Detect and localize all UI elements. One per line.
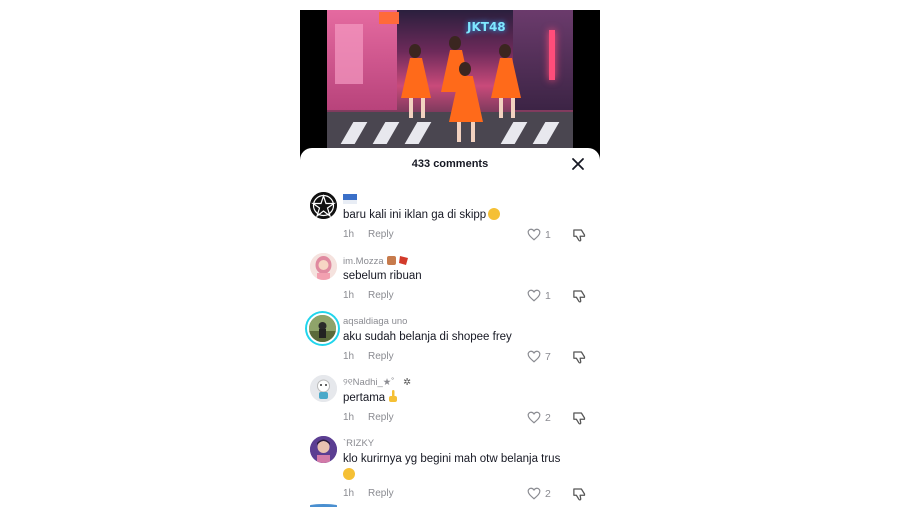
- thumbs-down-icon: [573, 351, 586, 364]
- dancer-head: [409, 44, 421, 58]
- avatar[interactable]: [310, 253, 337, 280]
- comment-meta: 1h Reply: [343, 488, 394, 499]
- comment-time: 1h: [343, 412, 355, 423]
- video-logo: JKT48: [467, 20, 506, 34]
- heart-icon: [527, 350, 541, 363]
- sparkle-icon: ✲: [403, 377, 412, 388]
- comment-count: 433 comments: [411, 158, 489, 170]
- avatar[interactable]: [310, 436, 337, 463]
- dancer-head: [449, 36, 461, 50]
- heart-icon: [527, 289, 541, 302]
- pink-hair-girl-avatar: [310, 253, 337, 280]
- dislike-button[interactable]: [572, 289, 587, 303]
- like-count: 1: [545, 228, 551, 241]
- thumbs-down-icon: [573, 229, 586, 242]
- heart-icon: [527, 411, 541, 424]
- dislike-button[interactable]: [572, 487, 587, 501]
- reply-button[interactable]: Reply: [368, 351, 394, 362]
- close-button[interactable]: [570, 156, 586, 172]
- avatar[interactable]: [310, 375, 337, 402]
- dislike-button[interactable]: [572, 411, 587, 425]
- close-icon: [572, 158, 584, 170]
- comment-text: baru kali ini iklan ga di skipp: [343, 207, 563, 223]
- like-count: 7: [545, 350, 551, 363]
- comment-meta: 1h Reply: [343, 412, 394, 423]
- video-building-right: [513, 10, 573, 110]
- comment-meta: 1h Reply: [343, 351, 394, 362]
- like-button[interactable]: 2: [527, 411, 551, 424]
- video-neon-light: [549, 30, 555, 80]
- comment-meta: 1h Reply: [343, 290, 394, 301]
- comment-time: 1h: [343, 290, 355, 301]
- username-text: im.Mozza: [343, 256, 384, 267]
- like-count: 1: [545, 289, 551, 302]
- username[interactable]: [343, 194, 357, 205]
- cartoon-figure-avatar: [310, 375, 337, 402]
- dancer-dress: [401, 58, 431, 98]
- comment-time: 1h: [343, 229, 355, 240]
- grinning-face-emoji: [488, 208, 501, 220]
- comment-time: 1h: [343, 351, 355, 362]
- reply-button[interactable]: Reply: [368, 229, 394, 240]
- avatar[interactable]: [310, 192, 337, 219]
- flag-badge-icon: [343, 194, 357, 204]
- reply-button[interactable]: Reply: [368, 488, 394, 499]
- dancer-leg: [471, 122, 475, 142]
- dancer-head: [499, 44, 511, 58]
- grinning-face-emoji: [343, 468, 355, 480]
- heart-icon: [527, 487, 541, 500]
- dancer-leg: [457, 122, 461, 142]
- username[interactable]: aqsaldiaga uno: [343, 316, 407, 327]
- comment-text: pertama: [343, 390, 563, 406]
- video-player[interactable]: JKT48: [327, 10, 573, 148]
- username[interactable]: im.Mozza: [343, 255, 410, 267]
- thumbs-down-icon: [573, 412, 586, 425]
- username[interactable]: ୨୧Nadhi_★˚ ✲: [343, 377, 411, 388]
- avatar[interactable]: [307, 313, 338, 344]
- dancer-leg: [499, 98, 503, 118]
- like-count: 2: [545, 411, 551, 424]
- dancer-leg: [421, 98, 425, 118]
- like-count: 2: [545, 487, 551, 500]
- comment-text-content: klo kurirnya yg begini mah otw belanja t…: [343, 453, 561, 465]
- comments-header: 433 comments: [300, 148, 600, 180]
- comment-text: sebelum ribuan: [343, 270, 422, 282]
- comment-time: 1h: [343, 488, 355, 499]
- purple-portrait-avatar: [310, 436, 337, 463]
- like-button[interactable]: 1: [527, 228, 551, 241]
- video-window: [335, 24, 363, 84]
- like-button[interactable]: 1: [527, 289, 551, 302]
- reply-button[interactable]: Reply: [368, 412, 394, 423]
- decorative-emoji-icons: [387, 256, 409, 265]
- dancer-leg: [511, 98, 515, 118]
- username[interactable]: `RIZKY: [343, 438, 374, 449]
- dancer-head: [459, 62, 471, 76]
- thumbs-down-icon: [573, 290, 586, 303]
- video-shop-sign: [379, 12, 399, 24]
- pointing-up-emoji: [389, 390, 398, 402]
- heart-icon: [527, 228, 541, 241]
- phone-screen: JKT48 433 comments baru kali ini iklan g…: [300, 10, 600, 507]
- dislike-button[interactable]: [572, 228, 587, 242]
- star-pentagram-avatar: [310, 192, 337, 219]
- username-text: ୨୧Nadhi_★˚: [343, 377, 395, 388]
- like-button[interactable]: 2: [527, 487, 551, 500]
- comment-text-content: pertama: [343, 392, 386, 404]
- dislike-button[interactable]: [572, 350, 587, 364]
- comment-meta: 1h Reply: [343, 229, 394, 240]
- dancer-leg: [409, 98, 413, 118]
- like-button[interactable]: 7: [527, 350, 551, 363]
- outdoor-person-avatar: [309, 315, 336, 342]
- comment-text: aku sudah belanja di shopee frey: [343, 331, 512, 343]
- comment-text-content: baru kali ini iklan ga di skipp: [343, 209, 487, 221]
- thumbs-down-icon: [573, 488, 586, 501]
- reply-button[interactable]: Reply: [368, 290, 394, 301]
- comments-sheet: 433 comments baru kali ini iklan ga di s…: [300, 148, 600, 507]
- comment-text: klo kurirnya yg begini mah otw belanja t…: [343, 451, 563, 483]
